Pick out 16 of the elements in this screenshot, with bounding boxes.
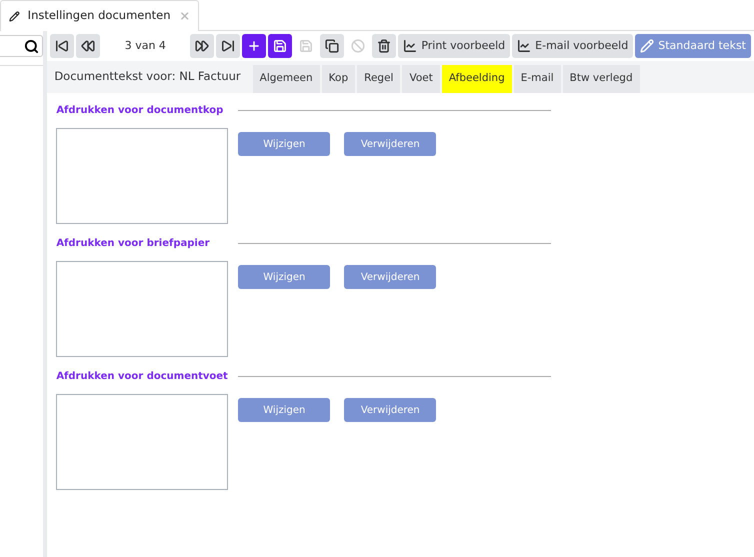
section-tab[interactable]: Kop bbox=[322, 65, 356, 93]
section-tab[interactable]: Voet bbox=[402, 65, 440, 93]
toolbar-button[interactable]: Print voorbeeld bbox=[398, 34, 510, 58]
document-heading: Documenttekst voor: NL Factuur bbox=[54, 68, 241, 86]
section-tab[interactable]: Regel bbox=[357, 65, 400, 93]
section-title: Afdrukken voor documentkop bbox=[56, 104, 224, 118]
record-counter: 3 van 4 bbox=[124, 38, 167, 54]
section-tab[interactable]: Btw verlegd bbox=[562, 65, 640, 93]
section-tab[interactable]: Afbeelding bbox=[442, 65, 512, 93]
toolbar-button[interactable]: E-mail voorbeeld bbox=[512, 34, 634, 58]
document-tab[interactable]: Instellingen documenten bbox=[0, 0, 199, 31]
section-tab[interactable]: Algemeen bbox=[252, 65, 320, 93]
section-title: Afdrukken voor documentvoet bbox=[56, 370, 229, 384]
tab-title: Instellingen documenten bbox=[28, 7, 171, 24]
section-title: Afdrukken voor briefpapier bbox=[56, 237, 211, 251]
section-tab[interactable]: E-mail bbox=[514, 65, 561, 93]
